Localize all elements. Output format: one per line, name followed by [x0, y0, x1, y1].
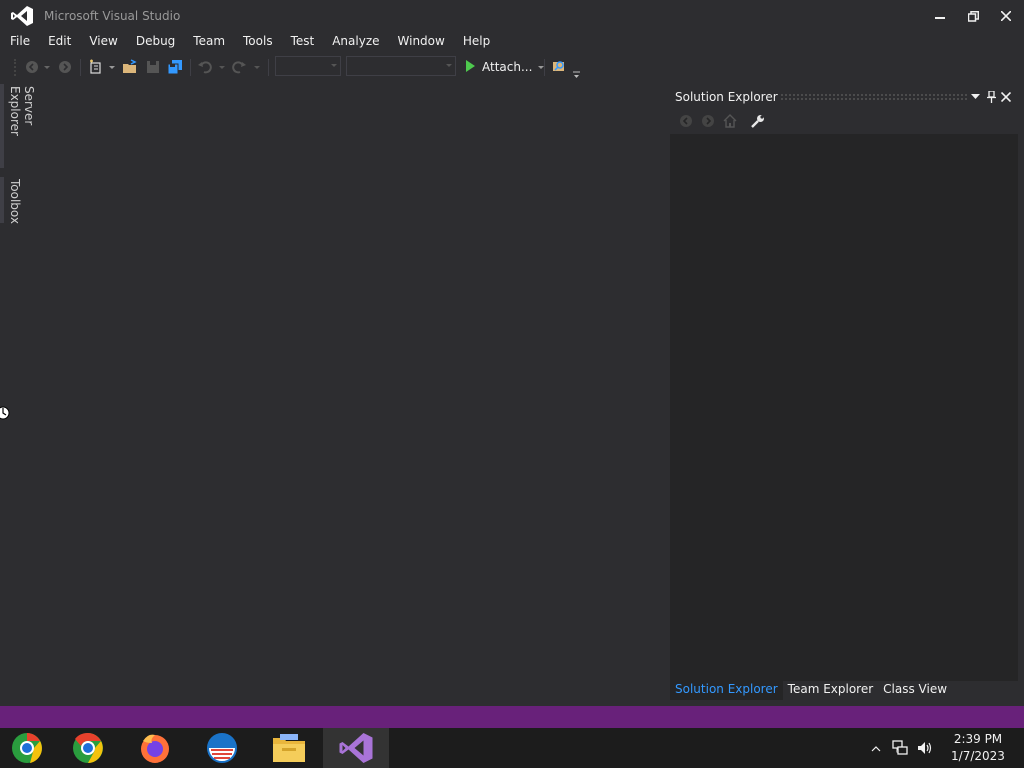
solution-explorer-title: Solution Explorer	[675, 90, 778, 104]
title-bar: Microsoft Visual Studio	[0, 0, 1024, 32]
panel-grip[interactable]	[780, 93, 968, 101]
forward-arrow-icon[interactable]	[700, 113, 716, 129]
solution-explorer-tree[interactable]	[671, 135, 1017, 681]
back-arrow-icon[interactable]	[678, 113, 694, 129]
toolbar-separator	[190, 59, 191, 76]
undo-dropdown-icon[interactable]	[218, 58, 226, 76]
menu-debug[interactable]: Debug	[127, 32, 184, 52]
solution-explorer-bottom-tabs: Solution Explorer Team Explorer Class Vi…	[670, 681, 1018, 700]
solution-platform-dropdown[interactable]	[346, 56, 456, 76]
forward-arrow-icon[interactable]	[57, 58, 73, 76]
server-explorer-tab-bar	[0, 84, 4, 168]
run-triangle-icon	[464, 59, 476, 76]
menu-analyze[interactable]: Analyze	[323, 32, 388, 52]
file-explorer-icon[interactable]	[256, 728, 322, 768]
toolbox-tab-bar	[0, 177, 4, 223]
server-explorer-tab[interactable]: Server Explorer	[8, 86, 36, 136]
restore-button[interactable]	[960, 5, 986, 27]
visual-studio-logo-icon	[11, 6, 33, 26]
pin-icon[interactable]	[984, 90, 998, 104]
find-icon[interactable]	[551, 58, 569, 76]
close-icon[interactable]	[999, 90, 1013, 104]
toolbar-separator	[544, 59, 545, 76]
menu-file[interactable]: File	[0, 32, 39, 52]
status-bar	[0, 706, 1024, 728]
tab-team-explorer[interactable]: Team Explorer	[783, 681, 879, 700]
toolbar-overflow-icon[interactable]	[572, 66, 580, 84]
busy-cursor-icon	[0, 406, 10, 420]
redo-icon[interactable]	[231, 58, 247, 76]
new-project-dropdown-icon[interactable]	[108, 58, 116, 76]
network-icon[interactable]	[892, 740, 908, 759]
save-all-icon[interactable]	[166, 58, 184, 76]
menu-tools[interactable]: Tools	[234, 32, 282, 52]
taskbar: 2:39 PM 1/7/2023	[0, 728, 1024, 768]
toolbar-grip[interactable]	[14, 59, 16, 76]
redo-dropdown-icon[interactable]	[253, 58, 261, 76]
clock-date: 1/7/2023	[951, 749, 1005, 763]
menu-help[interactable]: Help	[454, 32, 499, 52]
firefox-icon[interactable]	[122, 728, 188, 768]
tab-class-view[interactable]: Class View	[878, 681, 952, 700]
visual-studio-icon[interactable]	[323, 728, 389, 768]
minimize-button[interactable]	[927, 5, 953, 27]
menu-bar: File Edit View Debug Team Tools Test Ana…	[0, 32, 1024, 52]
tab-solution-explorer[interactable]: Solution Explorer	[670, 681, 783, 700]
standard-toolbar: Attach...	[0, 54, 680, 80]
menu-team[interactable]: Team	[184, 32, 234, 52]
taskbar-clock[interactable]: 2:39 PM 1/7/2023	[945, 731, 1011, 765]
outlook-icon[interactable]	[189, 728, 255, 768]
toolbar-separator	[268, 59, 269, 76]
attach-button[interactable]: Attach...	[464, 58, 545, 76]
window-position-dropdown-icon[interactable]	[968, 90, 982, 104]
home-icon[interactable]	[722, 113, 738, 129]
menu-test[interactable]: Test	[282, 32, 324, 52]
menu-window[interactable]: Window	[389, 32, 454, 52]
solution-explorer-panel: Solution Explorer Solution Explorer Team…	[670, 86, 1018, 700]
close-button[interactable]	[993, 5, 1019, 27]
solution-explorer-toolbar	[670, 108, 1018, 134]
toolbar-separator	[80, 59, 81, 76]
new-project-icon[interactable]	[88, 58, 104, 76]
attach-label: Attach...	[482, 60, 533, 74]
solution-configuration-dropdown[interactable]	[275, 56, 341, 76]
save-icon[interactable]	[145, 58, 161, 76]
toolbox-tab[interactable]: Toolbox	[8, 179, 22, 224]
volume-icon[interactable]	[917, 740, 933, 759]
menu-view[interactable]: View	[80, 32, 126, 52]
properties-wrench-icon[interactable]	[750, 113, 766, 129]
window-title: Microsoft Visual Studio	[44, 9, 181, 23]
menu-edit[interactable]: Edit	[39, 32, 80, 52]
undo-icon[interactable]	[197, 58, 213, 76]
back-dropdown-icon[interactable]	[43, 58, 51, 76]
chrome-icon[interactable]	[55, 728, 121, 768]
back-arrow-icon[interactable]	[24, 58, 40, 76]
show-hidden-icons-chevron-icon[interactable]	[871, 742, 881, 756]
chromium-icon[interactable]	[0, 728, 60, 768]
solution-explorer-header[interactable]: Solution Explorer	[670, 86, 1018, 108]
open-file-icon[interactable]	[122, 58, 138, 76]
clock-time: 2:39 PM	[953, 732, 1003, 746]
